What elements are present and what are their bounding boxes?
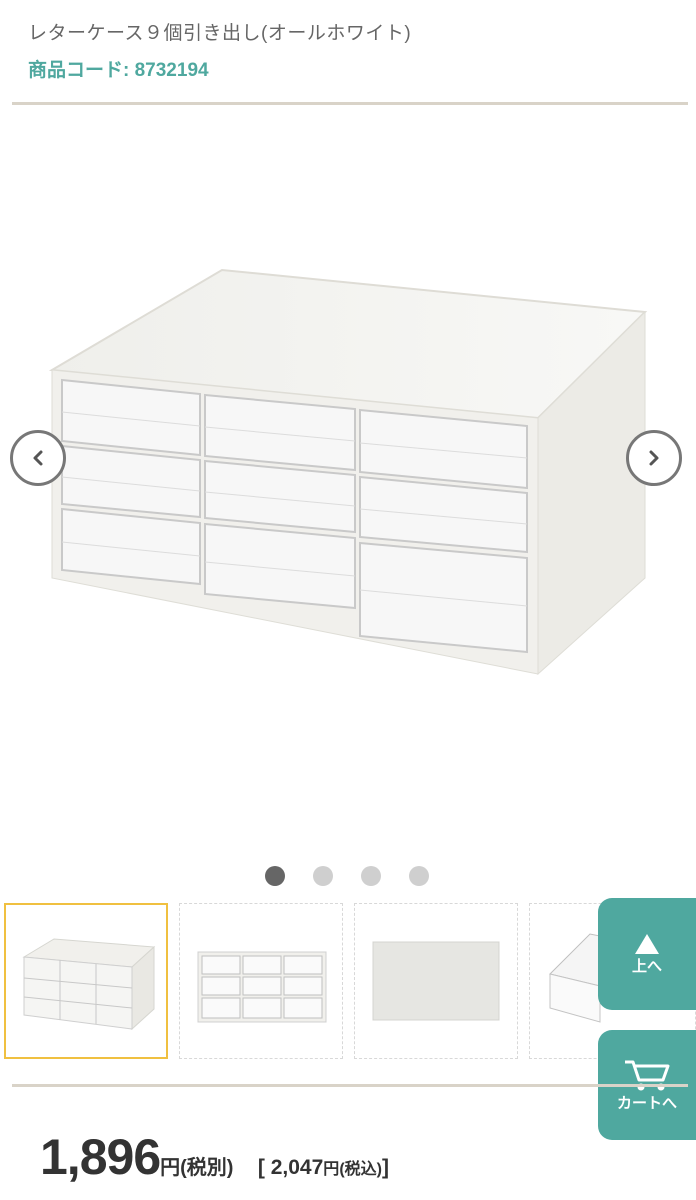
price-block: 1,896円(税別) [ 2,047円(税込)] — [40, 1128, 389, 1186]
thumbnail-2[interactable] — [179, 903, 343, 1059]
arrow-up-icon — [635, 933, 659, 954]
cart-label: カートへ — [616, 1094, 677, 1112]
price-tax-included: [ 2,047円(税込)] — [258, 1156, 389, 1179]
product-code: 商品コード: 8732194 — [28, 60, 209, 81]
thumbnail-3[interactable] — [354, 903, 518, 1059]
carousel-dot-3[interactable] — [361, 866, 381, 886]
incl-tax: (税込) — [339, 1161, 382, 1178]
thumbnail-1[interactable] — [4, 903, 168, 1059]
price-tax-excluded: (税別) — [180, 1157, 234, 1179]
price-divider — [12, 1084, 688, 1087]
prev-image-button[interactable] — [10, 430, 66, 486]
incl-open: [ — [257, 1156, 271, 1179]
price-amount: 1,896 — [40, 1129, 161, 1185]
product-title: レターケース９個引き出し(オールホワイト) — [28, 23, 412, 44]
incl-yen: 円 — [323, 1161, 340, 1178]
back-to-top-button[interactable]: 上へ — [598, 898, 696, 1010]
incl-amount: 2,047 — [270, 1156, 324, 1179]
incl-close: ] — [381, 1156, 389, 1179]
carousel-dot-4[interactable] — [409, 866, 429, 886]
product-main-image[interactable] — [0, 112, 696, 852]
back-to-top-label: 上へ — [631, 957, 662, 975]
carousel-dot-1[interactable] — [265, 866, 285, 886]
next-image-button[interactable] — [626, 430, 682, 486]
chevron-right-icon — [649, 450, 659, 466]
carousel-indicators — [265, 866, 429, 886]
carousel-dot-2[interactable] — [313, 866, 333, 886]
chevron-left-icon — [33, 450, 43, 466]
header-divider — [12, 102, 688, 105]
price-yen: 円 — [160, 1157, 181, 1179]
